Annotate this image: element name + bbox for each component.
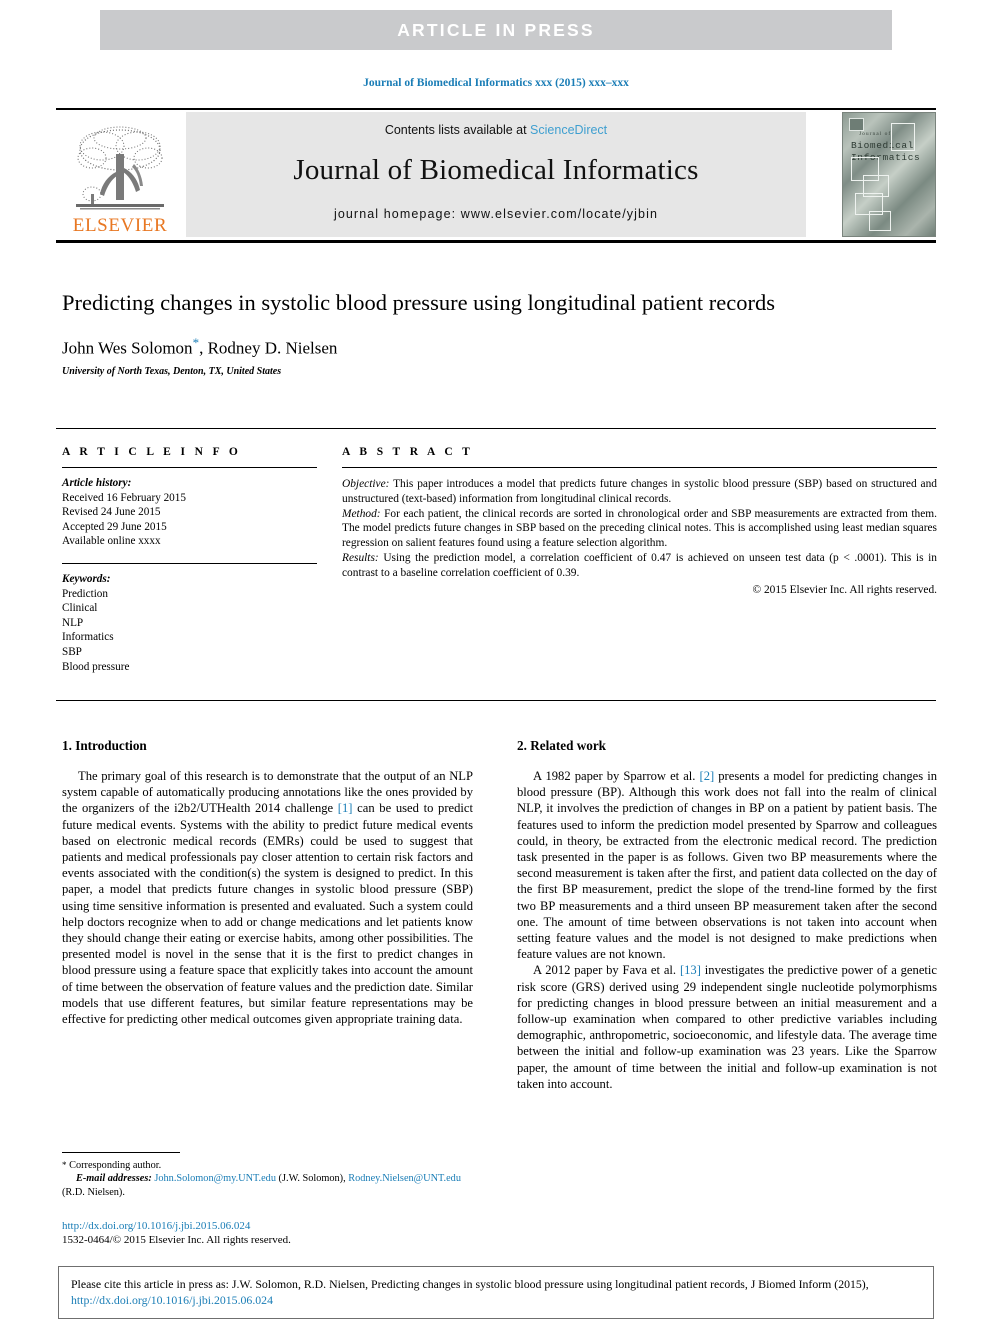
author-affiliation: University of North Texas, Denton, TX, U…	[62, 365, 282, 377]
keyword-item: Blood pressure	[62, 660, 130, 673]
footnote-rule	[62, 1152, 180, 1153]
corresponding-author-text: Corresponding author.	[66, 1160, 162, 1171]
cite-footer-text: Please cite this article in press as: J.…	[71, 1277, 869, 1291]
issn-copyright-line: 1532-0464/© 2015 Elsevier Inc. All right…	[62, 1234, 291, 1246]
section-heading-related-work: 2. Related work	[517, 738, 607, 753]
article-info-heading: A R T I C L E I N F O	[62, 446, 242, 458]
article-history-item: Accepted 29 June 2015	[62, 520, 167, 533]
cover-decor-box-4	[869, 211, 891, 231]
abstract-body: Objective: This paper introduces a model…	[342, 477, 937, 581]
citation-ref-1[interactable]: [1]	[338, 801, 353, 815]
article-history-item: Revised 24 June 2015	[62, 506, 161, 519]
keyword-item: Clinical	[62, 602, 98, 615]
abstract-method: Method: For each patient, the clinical r…	[342, 507, 937, 551]
citation-ref-13[interactable]: [13]	[680, 963, 701, 977]
article-info-column: A R T I C L E I N F O Article history: R…	[62, 446, 317, 674]
doi-block: http://dx.doi.org/10.1016/j.jbi.2015.06.…	[62, 1219, 482, 1247]
abstract-band-bottom-rule	[56, 700, 936, 701]
article-in-press-label: ARTICLE IN PRESS	[397, 19, 595, 40]
introduction-paragraph: The primary goal of this research is to …	[62, 768, 473, 1027]
elsevier-logo: ELSEVIER	[56, 112, 184, 237]
email-owner-2: (R.D. Nielsen).	[62, 1186, 125, 1198]
abstract-results: Results: Using the prediction model, a c…	[342, 551, 937, 581]
section-heading-introduction: 1. Introduction	[62, 738, 147, 753]
corresponding-author-note: * Corresponding author.	[62, 1159, 473, 1172]
masthead-center-panel: Contents lists available at ScienceDirec…	[186, 112, 806, 237]
abstract-rule	[342, 467, 937, 468]
keyword-item: NLP	[62, 616, 84, 629]
article-info-rule	[62, 467, 317, 468]
introduction-text-post: can be used to predict future medical ev…	[62, 801, 473, 1027]
abstract-objective: Objective: This paper introduces a model…	[342, 477, 937, 507]
author-name-2: , Rodney D. Nielsen	[199, 338, 338, 358]
abstract-results-text: Using the prediction model, a correlatio…	[342, 551, 937, 579]
abstract-column: A B S T R A C T Objective: This paper in…	[342, 446, 937, 596]
email-addresses-label: E-mail addresses:	[76, 1173, 152, 1185]
related-p2-pre: A 2012 paper by Fava et al.	[533, 963, 680, 978]
keywords-group: Keywords: Prediction Clinical NLP Inform…	[62, 572, 317, 674]
abstract-method-text: For each patient, the clinical records a…	[342, 507, 937, 550]
email-addresses-note: E-mail addresses: John.Solomon@my.UNT.ed…	[62, 1172, 473, 1199]
related-p1-post: presents a model for predicting changes …	[517, 769, 937, 962]
keyword-item: Prediction	[62, 587, 108, 600]
elsevier-tree-icon	[72, 124, 168, 216]
article-history-item: Received 16 February 2015	[62, 491, 186, 504]
related-p2-post: investigates the predictive power of a g…	[517, 963, 937, 1091]
article-history-group: Article history: Received 16 February 20…	[62, 476, 317, 549]
abstract-heading: A B S T R A C T	[342, 446, 474, 458]
keywords-rule	[62, 562, 317, 564]
keywords-label: Keywords:	[62, 572, 111, 585]
cite-article-footer: Please cite this article in press as: J.…	[58, 1266, 934, 1319]
footnote-block: * Corresponding author. E-mail addresses…	[62, 1152, 473, 1199]
related-work-paragraph-1: A 1982 paper by Sparrow et al. [2] prese…	[517, 768, 937, 962]
abstract-copyright: © 2015 Elsevier Inc. All rights reserved…	[752, 583, 937, 596]
article-history-label: Article history:	[62, 477, 132, 489]
journal-running-head: Journal of Biomedical Informatics xxx (2…	[363, 77, 629, 89]
sciencedirect-link[interactable]: ScienceDirect	[530, 123, 607, 137]
cover-kicker-text: Journal of	[859, 131, 892, 137]
cite-footer-doi-link[interactable]: http://dx.doi.org/10.1016/j.jbi.2015.06.…	[71, 1293, 273, 1307]
abstract-objective-label: Objective:	[342, 478, 390, 490]
journal-title: Journal of Biomedical Informatics	[293, 154, 699, 186]
cover-title-line-1: Biomedical	[851, 140, 915, 151]
abstract-objective-text: This paper introduces a model that predi…	[342, 478, 937, 505]
author-name-1: John Wes Solomon	[62, 338, 193, 358]
doi-link[interactable]: http://dx.doi.org/10.1016/j.jbi.2015.06.…	[62, 1219, 482, 1233]
elsevier-wordmark: ELSEVIER	[72, 215, 168, 236]
abstract-method-label: Method:	[342, 507, 381, 520]
page-title: Predicting changes in systolic blood pre…	[62, 290, 775, 315]
journal-homepage-line[interactable]: journal homepage: www.elsevier.com/locat…	[334, 207, 658, 221]
article-in-press-banner: ARTICLE IN PRESS	[100, 10, 892, 50]
masthead-bottom-rule	[56, 240, 936, 243]
title-block: Predicting changes in systolic blood pre…	[62, 288, 922, 377]
journal-masthead: ELSEVIER Contents lists available at Sci…	[56, 112, 936, 237]
article-history-item: Available online xxxx	[62, 535, 161, 548]
abstract-results-label: Results:	[342, 551, 379, 564]
journal-cover-thumbnail: Journal of Biomedical Informatics	[842, 112, 936, 237]
email-link-2[interactable]: Rodney.Nielsen@UNT.edu	[348, 1173, 461, 1184]
contents-lists-prefix: Contents lists available at	[384, 123, 531, 137]
citation-ref-2[interactable]: [2]	[700, 769, 715, 783]
author-list: John Wes Solomon*, Rodney D. Nielsen	[62, 335, 922, 359]
keyword-item: Informatics	[62, 631, 114, 644]
keyword-item: SBP	[62, 645, 82, 658]
contents-lists-line: Contents lists available at ScienceDirec…	[385, 123, 607, 137]
masthead-top-rule	[56, 108, 936, 110]
cover-emblem-icon	[849, 118, 864, 131]
body-column-left: 1. Introduction The primary goal of this…	[62, 738, 473, 1027]
email-link-1[interactable]: John.Solomon@my.UNT.edu	[154, 1173, 276, 1184]
body-column-right: 2. Related work A 1982 paper by Sparrow …	[517, 738, 937, 1092]
related-p1-pre: A 1982 paper by Sparrow et al.	[533, 769, 700, 783]
email-owner-1: (J.W. Solomon),	[275, 1173, 349, 1185]
related-work-paragraph-2: A 2012 paper by Fava et al. [13] investi…	[517, 962, 937, 1092]
cover-decor-box-5	[891, 123, 915, 151]
abstract-band-top-rule	[56, 428, 936, 429]
